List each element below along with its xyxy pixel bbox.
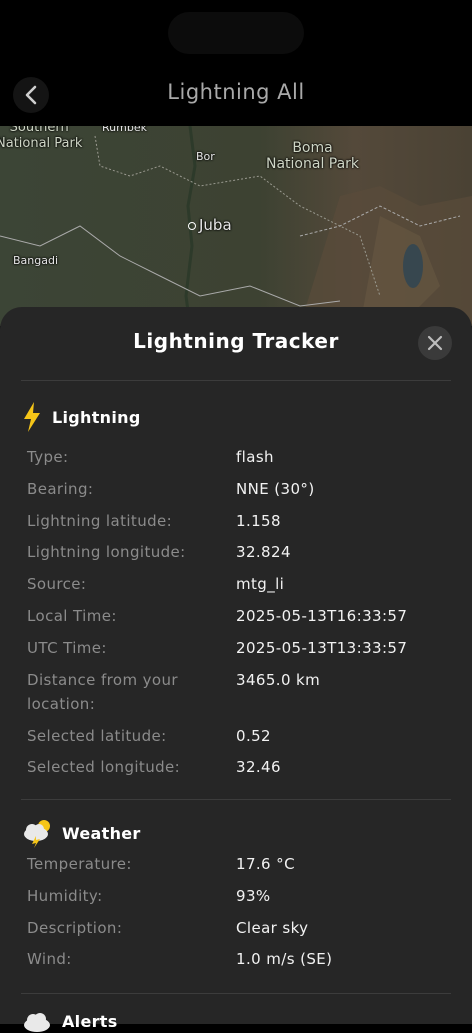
detail-label: Wind:	[27, 950, 72, 969]
detail-value: 17.6 °C	[236, 855, 295, 873]
detail-value: 2025-05-13T13:33:57	[236, 638, 408, 657]
cloud-icon	[24, 1013, 50, 1032]
dynamic-island	[168, 12, 304, 54]
detail-label: Description:	[27, 918, 123, 937]
detail-label: Selected latitude:	[27, 726, 167, 745]
lightning-bolt-icon	[24, 402, 40, 432]
detail-value: 3465.0 km	[236, 670, 321, 689]
map-label-bangadi: Bangadi	[13, 254, 59, 267]
map-view[interactable]: Southern National Park Rumbek Bor Boma N…	[0, 126, 472, 326]
page-title: Lightning All	[167, 80, 305, 104]
map-terrain	[0, 126, 472, 326]
weather-heading: Weather	[62, 823, 141, 843]
thunder-cloud-sun-icon	[24, 820, 50, 848]
map-label-juba: Juba	[199, 216, 232, 234]
map-label-boma: Boma National Park	[266, 140, 360, 172]
detail-label: Local Time:	[27, 607, 117, 625]
detail-label: Distance from your location:	[27, 670, 178, 713]
lightning-tracker-sheet: Lightning Tracker Lightning Type: flash Be…	[0, 307, 472, 1032]
detail-label: Source:	[27, 575, 87, 594]
close-icon	[427, 335, 443, 351]
map-label-southern-park: Southern National Park	[0, 126, 83, 151]
detail-label: Selected longitude:	[27, 758, 181, 777]
detail-value: 0.52	[236, 726, 271, 745]
detail-value: mtg_li	[236, 575, 285, 594]
detail-value: Clear sky	[236, 918, 309, 937]
detail-label: UTC Time:	[27, 638, 107, 657]
detail-value: flash	[236, 448, 274, 466]
lightning-heading: Lightning	[52, 407, 141, 427]
detail-label: Temperature:	[27, 855, 132, 873]
detail-value: 32.46	[236, 758, 281, 777]
detail-label: Type:	[27, 448, 69, 466]
map-label-rumbek: Rumbek	[102, 126, 147, 134]
detail-value: NNE (30°)	[236, 479, 315, 498]
detail-label: Lightning latitude:	[27, 511, 173, 530]
map-label-bor: Bor	[196, 150, 215, 163]
detail-label: Bearing:	[27, 479, 94, 498]
divider	[21, 380, 451, 381]
divider	[21, 799, 451, 800]
alerts-section-header: Alerts	[22, 1009, 118, 1033]
weather-section-header: Weather	[22, 818, 141, 848]
juba-dot-icon	[188, 222, 196, 230]
detail-value: 1.0 m/s (SE)	[236, 950, 333, 969]
sheet-title: Lightning Tracker	[133, 329, 339, 353]
detail-value: 32.824	[236, 543, 291, 562]
detail-value: 1.158	[236, 511, 281, 530]
detail-label: Humidity:	[27, 886, 103, 905]
close-button[interactable]	[418, 326, 452, 360]
detail-value: 93%	[236, 886, 271, 905]
alerts-heading: Alerts	[62, 1011, 118, 1031]
divider	[21, 993, 451, 994]
detail-value: 2025-05-13T16:33:57	[236, 607, 408, 625]
detail-label: Lightning longitude:	[27, 543, 186, 562]
lightning-section-header: Lightning	[22, 402, 141, 432]
